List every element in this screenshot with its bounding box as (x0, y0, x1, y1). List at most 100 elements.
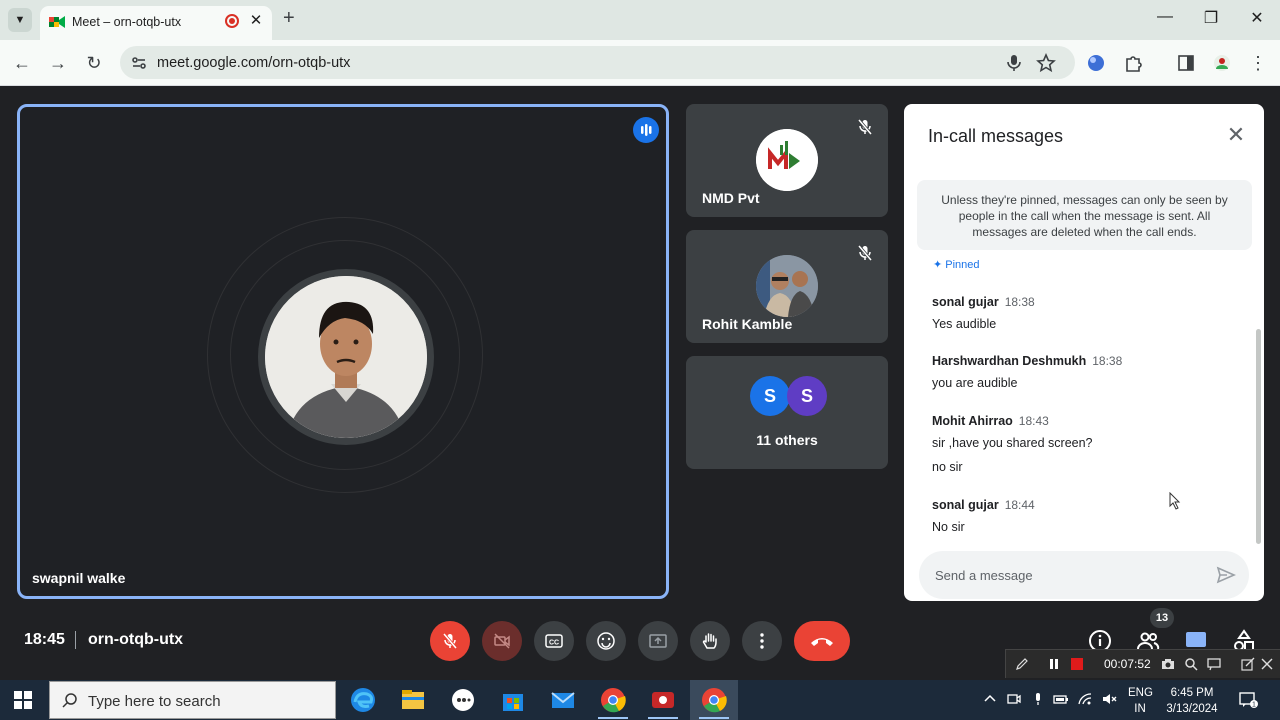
screen-recorder-bar: 00:07:52 (1005, 649, 1280, 678)
hand-icon (702, 633, 717, 649)
reload-button[interactable]: ↻ (82, 52, 106, 74)
present-icon (649, 634, 667, 648)
meet-stage: swapnil walke NMD Pvt Rohit Kamble S S 1… (0, 87, 1280, 680)
close-panel-button[interactable]: ✕ (1222, 122, 1250, 148)
pen-icon[interactable] (1015, 657, 1029, 671)
side-panel-icon[interactable] (1176, 53, 1196, 73)
url-text: meet.google.com/orn-otqb-utx (157, 55, 351, 71)
emoji-reaction-button[interactable] (586, 621, 626, 661)
camera-snapshot-icon[interactable] (1161, 657, 1175, 671)
browser-toolbar: ← → ↻ meet.google.com/orn-otqb-utx ⋮ (0, 40, 1280, 86)
tab-title: Meet – orn-otqb-utx (72, 15, 182, 29)
emoji-icon (597, 632, 615, 650)
browser-menu-button[interactable]: ⋮ (1246, 52, 1270, 74)
message-composer (919, 551, 1249, 599)
leave-call-button[interactable] (794, 621, 850, 661)
pause-icon[interactable] (1047, 657, 1061, 671)
chevron-up-icon[interactable] (982, 691, 998, 707)
search-placeholder: Type here to search (88, 693, 221, 710)
message-text: no sir (932, 460, 963, 474)
site-info-icon[interactable] (129, 53, 149, 73)
list-item: sonal gujar 18:44 No sir (932, 498, 1242, 534)
raise-hand-button[interactable] (690, 621, 730, 661)
avatar (258, 269, 434, 445)
others-count-label: 11 others (756, 432, 818, 448)
chat-app-icon[interactable] (449, 686, 477, 714)
close-recorder-icon[interactable] (1260, 657, 1274, 671)
stop-record-icon[interactable] (1070, 657, 1084, 671)
minimize-icon[interactable]: — (1150, 8, 1180, 26)
mouse-cursor-icon (1169, 492, 1181, 510)
captions-button[interactable]: CC (534, 621, 574, 661)
chrome-active-indicator (699, 717, 729, 719)
battery-icon[interactable] (1053, 691, 1069, 707)
microsoft-store-icon[interactable] (499, 686, 527, 714)
close-tab-button[interactable]: ✕ (247, 11, 265, 29)
extensions-puzzle-icon[interactable] (1123, 53, 1143, 73)
chrome-meet-icon (702, 688, 727, 713)
profile-avatar-icon[interactable] (1212, 53, 1232, 73)
forward-button[interactable]: → (46, 52, 70, 74)
speaking-indicator-icon (633, 117, 659, 143)
windows-taskbar: Type here to search ENG IN 6:45 PM 3/13/20… (0, 680, 1280, 720)
participant-tile-rohit[interactable]: Rohit Kamble (686, 230, 888, 343)
others-tile[interactable]: S S 11 others (686, 356, 888, 469)
meeting-clock: 18:45 (24, 631, 65, 648)
message-time: 18:38 (1004, 295, 1035, 309)
mic-tray-icon[interactable] (1030, 691, 1046, 707)
divider (75, 631, 76, 649)
edge-icon[interactable] (349, 686, 377, 714)
participant-name: NMD Pvt (702, 190, 760, 206)
browser-tab-meet[interactable]: Meet – orn-otqb-utx ✕ (40, 6, 272, 40)
main-participant-tile[interactable]: swapnil walke (17, 104, 669, 599)
browser-tab-strip: ▼ Meet – orn-otqb-utx ✕ + — ❐ ✕ (0, 0, 1280, 40)
participant-name: Rohit Kamble (702, 316, 793, 332)
volume-muted-icon[interactable] (1101, 691, 1117, 707)
pinned-label-text: Pinned (945, 259, 980, 268)
bookmark-star-icon[interactable] (1036, 53, 1056, 73)
present-screen-button[interactable] (638, 621, 678, 661)
send-message-input[interactable] (935, 565, 1195, 585)
tab-search-button[interactable]: ▼ (8, 8, 32, 32)
message-time: 18:43 (1018, 414, 1049, 428)
rohit-photo-icon (756, 255, 818, 317)
nmd-logo-icon (756, 129, 818, 191)
more-vert-icon (760, 633, 764, 649)
toggle-camera-button[interactable] (482, 621, 522, 661)
new-tab-button[interactable]: + (283, 7, 295, 30)
send-icon[interactable] (1215, 564, 1237, 586)
wifi-icon[interactable] (1077, 691, 1093, 707)
language-indicator[interactable]: ENG IN (1128, 685, 1153, 717)
screen-recorder-app-icon[interactable] (649, 686, 677, 714)
system-date: 3/13/2024 (1166, 703, 1218, 715)
zoom-icon[interactable] (1184, 657, 1198, 671)
chrome-active-window[interactable] (690, 680, 738, 720)
chrome-icon[interactable] (599, 686, 627, 714)
meet-tray-icon[interactable] (1006, 691, 1022, 707)
system-time: 6:45 PM (1170, 687, 1214, 699)
camera-off-icon (494, 633, 510, 649)
avatar: S (787, 376, 827, 416)
pinned-label: ✦ Pinned (933, 258, 980, 268)
taskbar-search-box[interactable]: Type here to search (49, 681, 336, 719)
notification-center-icon[interactable]: 1 (1238, 690, 1258, 710)
more-options-button[interactable] (742, 621, 782, 661)
toggle-mic-button[interactable] (430, 621, 470, 661)
mail-icon[interactable] (549, 686, 577, 714)
microphone-icon[interactable] (1004, 53, 1024, 73)
message-scrollbar[interactable] (1256, 329, 1261, 544)
system-clock[interactable]: 6:45 PM 3/13/2024 (1160, 685, 1224, 717)
back-button[interactable]: ← (10, 52, 34, 74)
address-bar[interactable]: meet.google.com/orn-otqb-utx (120, 46, 1075, 79)
message-time: 18:44 (1004, 498, 1035, 512)
participant-tile-nmd[interactable]: NMD Pvt (686, 104, 888, 217)
windows-start-icon[interactable] (14, 691, 32, 709)
muted-mic-icon (857, 245, 873, 261)
meet-favicon-icon (49, 16, 65, 28)
edit-icon[interactable] (1241, 657, 1255, 671)
annotation-icon[interactable] (1207, 657, 1221, 671)
restore-icon[interactable]: ❐ (1196, 8, 1226, 28)
extension-globe-icon[interactable] (1086, 53, 1106, 73)
file-explorer-icon[interactable] (399, 686, 427, 714)
window-close-icon[interactable]: ✕ (1242, 8, 1272, 28)
